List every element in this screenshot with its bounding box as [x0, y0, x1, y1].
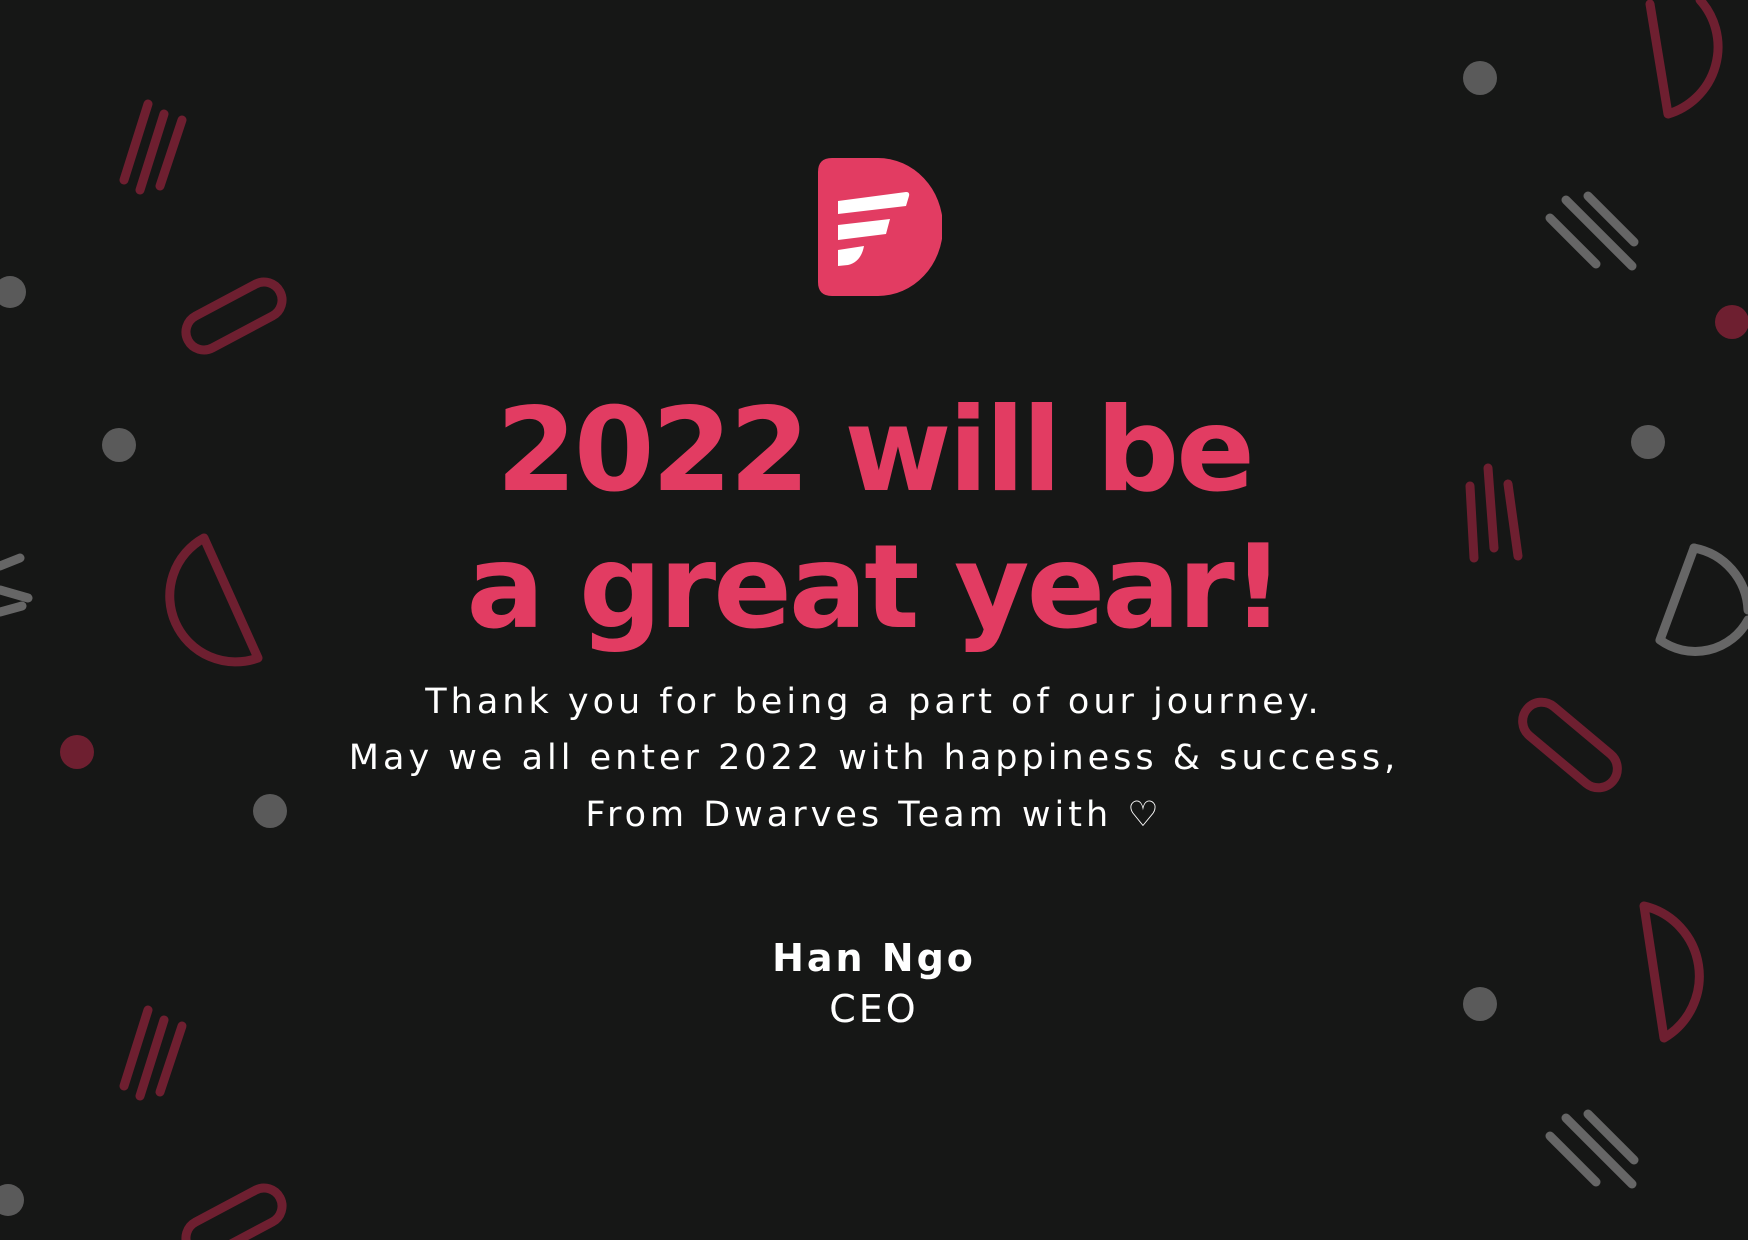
message-line-1: Thank you for being a part of our journe… [425, 682, 1323, 722]
headline-line-2: a great year! [466, 520, 1284, 655]
dot-icon [1463, 61, 1497, 95]
message-line-2: May we all enter 2022 with happiness & s… [348, 738, 1400, 778]
capsule-icon [181, 277, 287, 355]
dwarves-d-logo-icon [818, 158, 942, 296]
dot-icon [0, 1184, 24, 1216]
stripes-icon [1545, 1109, 1639, 1189]
half-circle-icon [1645, 0, 1723, 119]
dot-icon [0, 276, 26, 308]
stripes-icon [1545, 191, 1639, 271]
signer-name: Han Ngo [772, 936, 976, 980]
dot-icon [1715, 305, 1748, 339]
capsule-icon [181, 1183, 287, 1240]
greeting-card: 2022 will be a great year! Thank you for… [0, 0, 1748, 1240]
signer-title: CEO [829, 987, 919, 1031]
headline-line-1: 2022 will be [496, 383, 1255, 518]
message-line-3: From Dwarves Team with ♡ [585, 795, 1163, 835]
stripes-icon [119, 99, 187, 195]
